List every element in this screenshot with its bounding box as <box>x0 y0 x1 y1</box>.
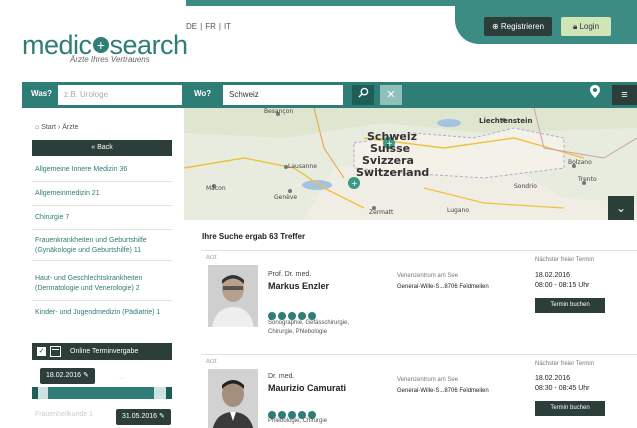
doctor-card: Arzt Prof. Dr. med. Markus Enzler Sonogr… <box>202 250 637 344</box>
lang-separator: | <box>200 22 203 31</box>
search-button[interactable] <box>352 85 374 105</box>
specialty-line: Sonographie, Gefässchirurgie, <box>268 320 350 326</box>
map-label-switzerland: Switzerland <box>356 166 429 179</box>
book-appointment-button[interactable]: Termin buchen <box>535 298 605 313</box>
filter-item[interactable]: Haut- und Geschlechtskrankheiten (Dermat… <box>35 274 175 294</box>
book-appointment-button[interactable]: Termin buchen <box>535 401 605 416</box>
divider <box>32 260 172 261</box>
date-range-slider[interactable] <box>32 387 172 399</box>
map-place-trento: Trento <box>577 176 597 183</box>
breadcrumb[interactable]: ⌂ Start › Ärzte <box>35 124 79 131</box>
filter-sidebar: ⌂ Start › Ärzte « Back Allgemeine Innere… <box>22 110 184 428</box>
result-type: Arzt <box>206 359 217 365</box>
menu-button[interactable]: ≡ <box>612 85 637 105</box>
appointment-date: 18.02.2016 <box>535 272 571 279</box>
location-button[interactable] <box>584 85 606 105</box>
filter-item[interactable]: Frauenkrankheiten und Geburtshilfe (Gynä… <box>35 236 175 256</box>
where-input[interactable]: Schweiz <box>223 85 343 105</box>
map-place-zermatt: Zermatt <box>369 209 394 216</box>
appointment-time: 08:30 - 08:45 Uhr <box>535 385 590 392</box>
svg-text:+: + <box>351 179 358 188</box>
divider <box>32 300 172 301</box>
language-switcher: DE | FR | IT <box>186 22 234 31</box>
home-icon: ⌂ <box>35 124 40 131</box>
what-label: Was? <box>31 89 53 98</box>
logo-plus-icon: + <box>92 37 109 53</box>
practice-address: General-Wille-S...8706 Feldmeilen <box>397 388 489 394</box>
doctor-photo[interactable] <box>208 369 258 428</box>
appointment-time: 08:00 - 08:15 Uhr <box>535 282 590 289</box>
filter-item[interactable]: Frauenheilkunde 1 <box>35 411 93 418</box>
site-header: medic + search Ärzte Ihres Vertrauens DE | F… <box>0 0 637 80</box>
lock-icon: 🔒︎ <box>572 22 578 31</box>
next-appointment-label: Nächster freier Termin <box>535 257 594 263</box>
specialty-line: Chirurgie, Phlebologie <box>268 329 328 335</box>
divider <box>32 229 172 230</box>
doctor-title: Dr. med. <box>268 373 295 380</box>
doctor-specialties: Sonographie, Gefässchirurgie, Chirurgie,… <box>268 319 349 337</box>
pencil-icon: ✎ <box>159 413 165 420</box>
map-place-bolzano: Bolzano <box>568 159 592 166</box>
practice-name: Venenzentrum am See <box>397 273 459 279</box>
lang-de[interactable]: DE <box>186 22 197 31</box>
hamburger-icon: ≡ <box>621 89 628 101</box>
obscured-text: … <box>117 374 124 381</box>
map-place-sondrio: Sondrio <box>514 183 537 190</box>
clear-button[interactable]: ✕ <box>380 85 402 105</box>
date-from-badge: 18.02.2016 ✎ <box>40 368 95 384</box>
lang-separator: | <box>218 22 221 31</box>
date-to-badge: 31.05.2016 ✎ <box>116 409 171 425</box>
online-booking-toggle[interactable]: ✓ Online Terminvergabe <box>32 343 172 360</box>
where-label: Wo? <box>194 89 212 98</box>
filter-item[interactable]: Kinder- und Jugendmedizin (Pädiatrie) 1 <box>35 308 175 318</box>
doctor-specialties: Phlebologie, Chirurgie <box>268 417 327 426</box>
map-place-lugano: Lugano <box>447 207 469 214</box>
filter-item[interactable]: Allgemeine Innere Medizin 36 <box>35 165 175 175</box>
close-icon: ✕ <box>386 89 396 101</box>
divider <box>32 181 172 182</box>
doctor-photo[interactable] <box>208 265 258 327</box>
doctor-name[interactable]: Maurizio Camurati <box>268 383 346 393</box>
slider-range-fill <box>48 387 154 399</box>
what-input[interactable]: z.B. Urologe <box>58 85 182 105</box>
result-type: Arzt <box>206 255 217 261</box>
slider-right-arrow-icon[interactable] <box>166 387 172 399</box>
lang-fr[interactable]: FR <box>205 22 216 31</box>
results-count-heading: Ihre Suche ergab 63 Treffer <box>202 232 306 241</box>
practice-name: Venenzentrum am See <box>397 377 459 383</box>
map-place-macon: Mâcon <box>206 185 226 192</box>
filter-item[interactable]: Chirurgie 7 <box>35 213 175 223</box>
register-button[interactable]: ⊕ Registrieren <box>484 17 552 36</box>
map-place-lausanne: Lausanne <box>288 163 317 170</box>
search-bar: Was? z.B. Urologe Wo? Schweiz ✕ ≡ <box>22 82 637 108</box>
results-map[interactable]: + + Schweiz Suisse Svizzera Switzerland … <box>184 108 637 220</box>
lang-it[interactable]: IT <box>224 22 231 31</box>
map-canvas: + + Schweiz Suisse Svizzera Switzerland … <box>184 108 637 220</box>
pencil-icon: ✎ <box>83 372 89 379</box>
filter-item[interactable]: Allgemeinmedizin 21 <box>35 189 175 199</box>
appointment-date: 18.02.2016 <box>535 375 571 382</box>
back-button[interactable]: « Back <box>32 140 172 156</box>
map-place-geneve: Genève <box>274 194 297 201</box>
login-button[interactable]: 🔒︎ Login <box>561 17 611 36</box>
register-icon: ⊕ <box>491 22 499 31</box>
next-appointment-label: Nächster freier Termin <box>535 361 594 367</box>
site-tagline: Ärzte Ihres Vertrauens <box>70 55 150 64</box>
chevron-down-icon: ⌄ <box>615 201 627 215</box>
practice-address: General-Wille-S...8706 Feldmeilen <box>397 284 489 290</box>
divider <box>32 205 172 206</box>
map-place-besancon: Besançon <box>264 108 293 115</box>
map-pin-icon <box>590 85 600 98</box>
slider-left-arrow-icon[interactable] <box>32 387 38 399</box>
doctor-name[interactable]: Markus Enzler <box>268 281 329 291</box>
map-place-liechtenstein: Liechtenstein <box>479 117 532 125</box>
calendar-icon <box>50 346 61 357</box>
doctor-title: Prof. Dr. med. <box>268 271 312 278</box>
checkbox-checked-icon[interactable]: ✓ <box>37 347 46 356</box>
specialty-line: Phlebologie, Chirurgie <box>268 418 328 424</box>
magnifier-icon <box>357 87 368 98</box>
doctor-card: Arzt Dr. med. Maurizio Camurati Phlebolo… <box>202 354 637 428</box>
map-toggle-button[interactable]: ⌄ <box>608 196 634 220</box>
